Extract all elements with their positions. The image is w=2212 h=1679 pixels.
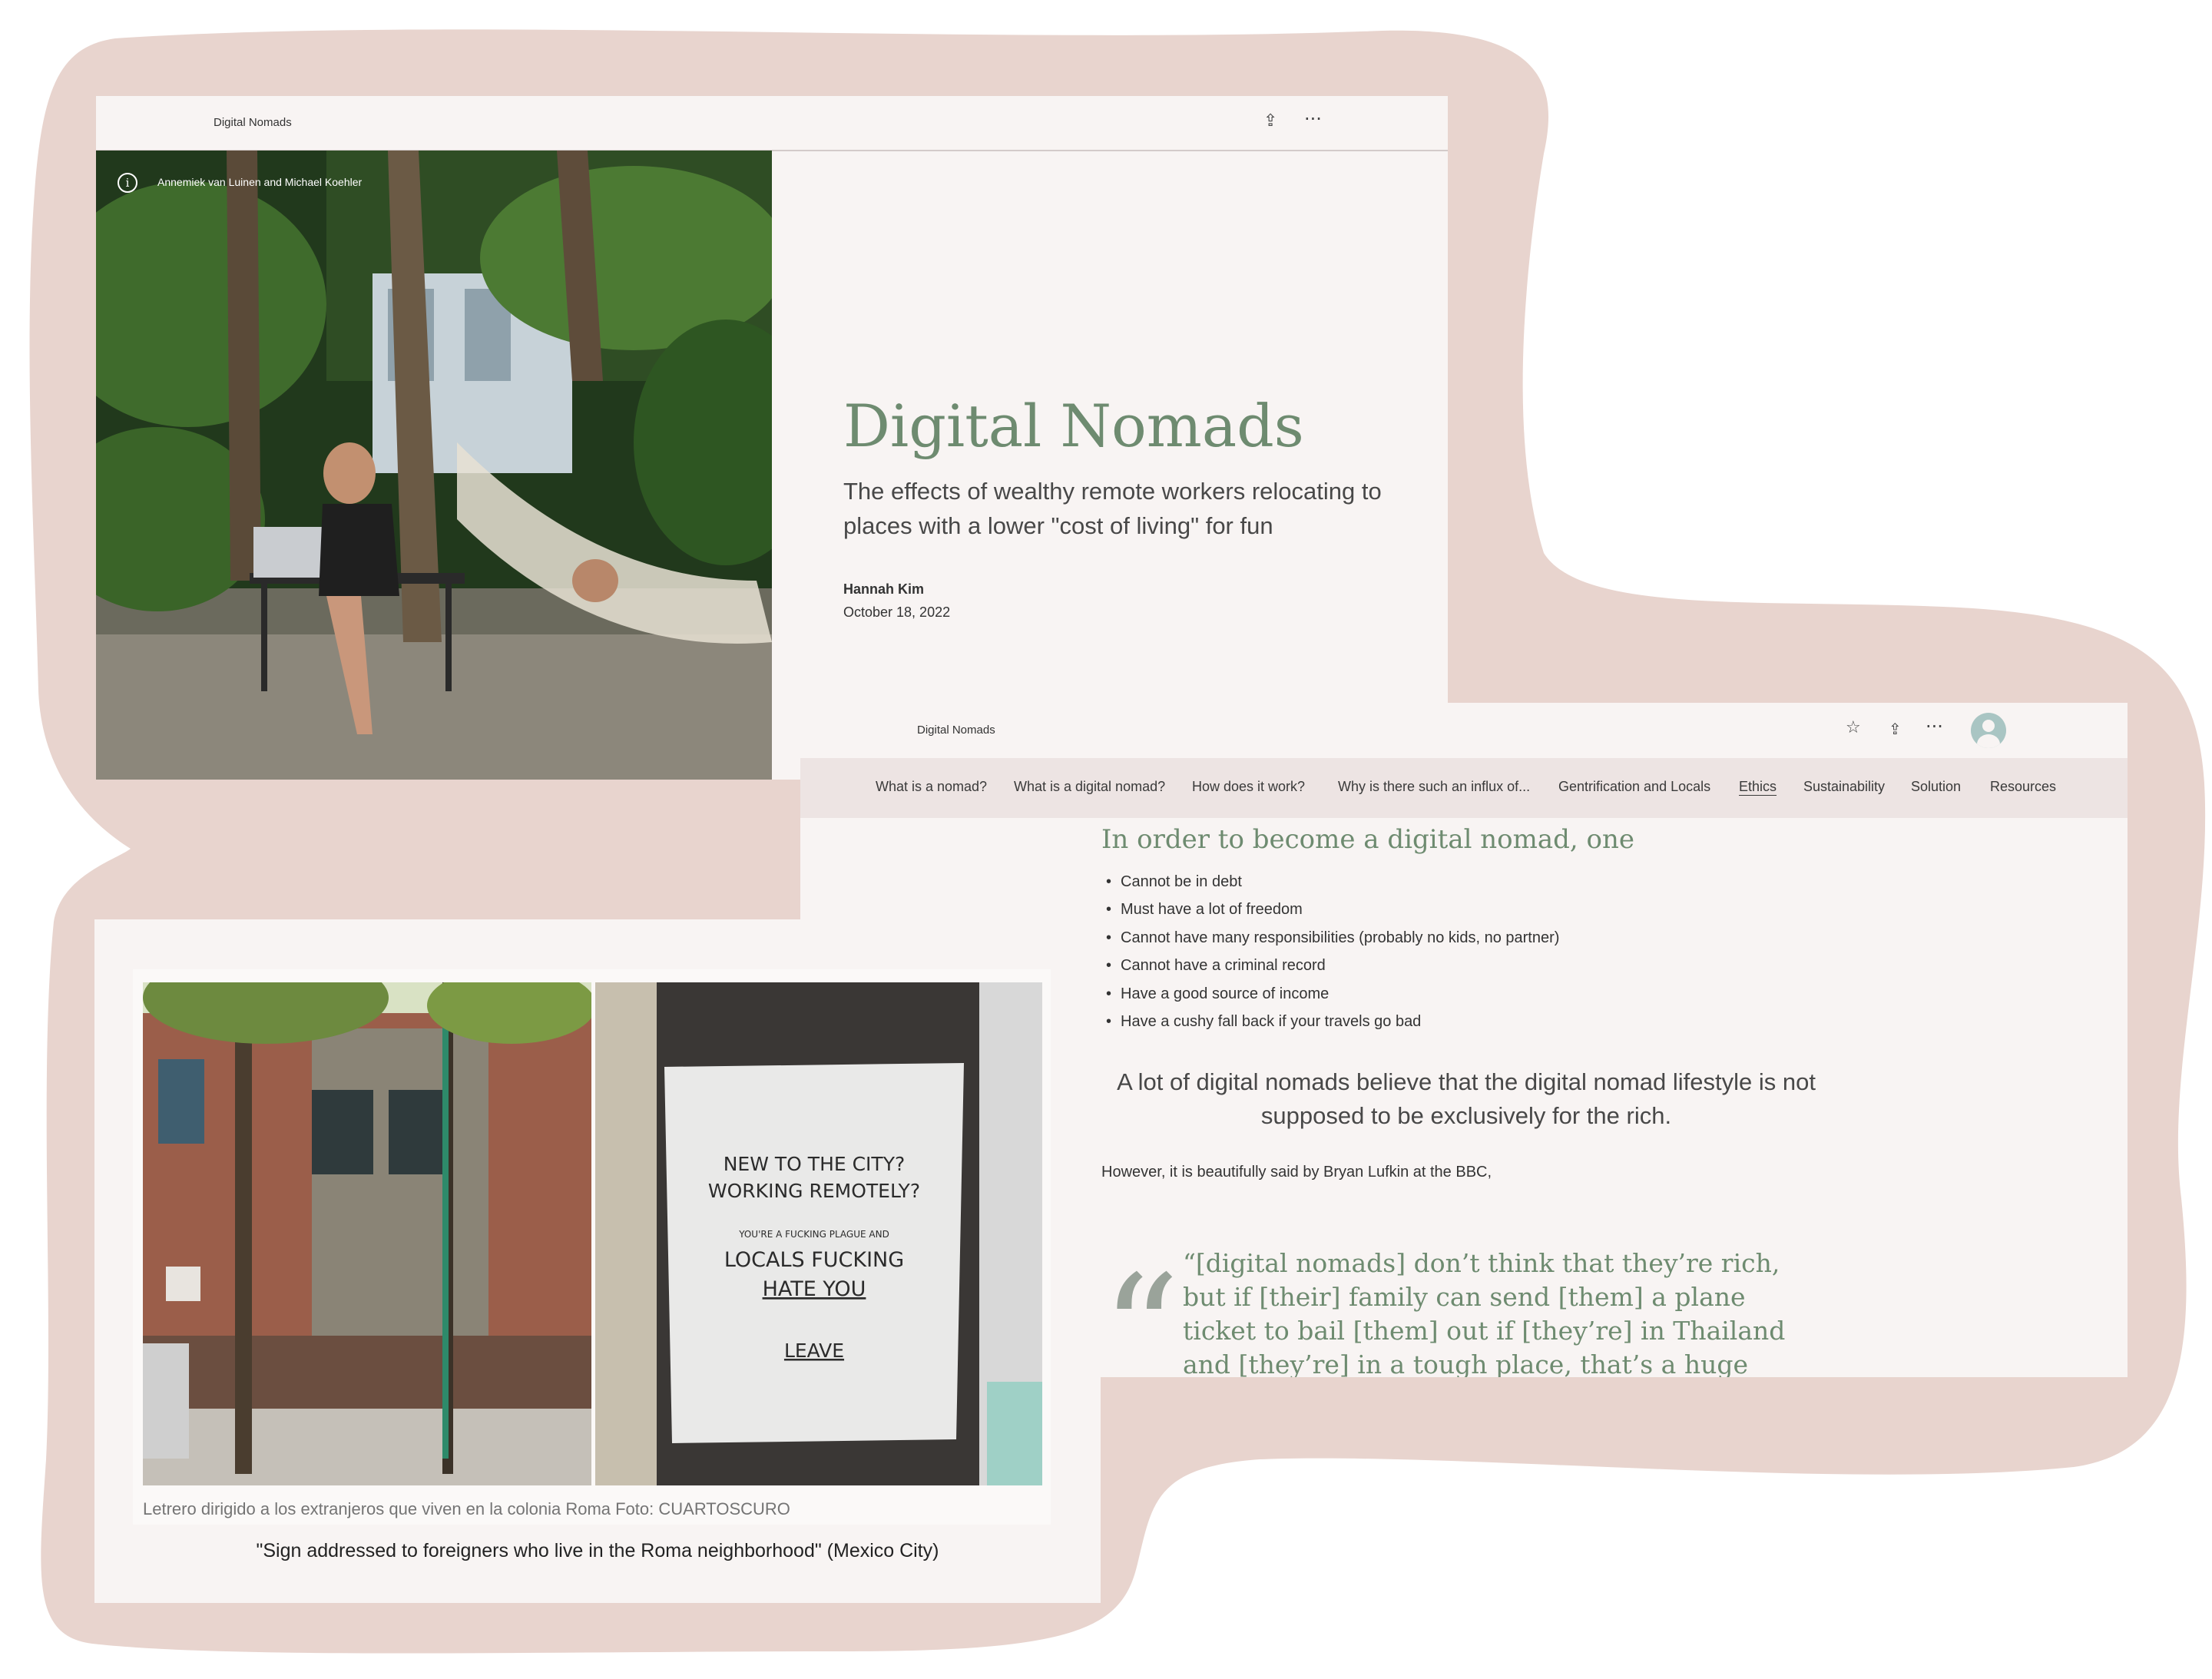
list-item: Have a good source of income (1101, 985, 1559, 1013)
nav-resources[interactable]: Resources (1990, 779, 2056, 795)
list-item: Cannot be in debt (1101, 873, 1559, 901)
quote-intro: However, it is beautifully said by Bryan… (1101, 1164, 1492, 1181)
photo-source-caption: Letrero dirigido a los extranjeros que v… (143, 1499, 790, 1518)
avatar[interactable] (1971, 713, 2006, 748)
hero-panel: Digital Nomads ⇪ ··· i Annemiek van Luin… (96, 96, 1448, 780)
hero-topbar: Digital Nomads ⇪ ··· (96, 96, 1448, 151)
info-icon[interactable]: i (118, 173, 137, 193)
sign-line: HATE YOU (763, 1277, 866, 1301)
photo-caption: "Sign addressed to foreigners who live i… (256, 1540, 939, 1561)
nav-how-does-it-work[interactable]: How does it work? (1192, 779, 1305, 795)
nav-gentrification[interactable]: Gentrification and Locals (1558, 779, 1710, 795)
street-photo (143, 982, 591, 1485)
sign-line: WORKING REMOTELY? (708, 1180, 920, 1202)
share-icon[interactable]: ⇪ (1889, 720, 1902, 738)
share-icon[interactable]: ⇪ (1263, 111, 1277, 131)
nav-sustainability[interactable]: Sustainability (1803, 779, 1885, 795)
section-nav: What is a nomad? What is a digital nomad… (800, 758, 2128, 818)
list-item: Cannot have a criminal record (1101, 957, 1559, 985)
hero-photo (96, 151, 772, 780)
sign-line: YOU'RE A FUCKING PLAGUE AND (738, 1229, 889, 1240)
photo-frame: NEW TO THE CITY? WORKING REMOTELY? YOU'R… (133, 969, 1051, 1525)
protest-sign-photo: NEW TO THE CITY? WORKING REMOTELY? YOU'R… (595, 982, 1042, 1485)
sign-line: LOCALS FUCKING (724, 1248, 904, 1272)
sign-line: NEW TO THE CITY? (724, 1153, 906, 1175)
breadcrumb[interactable]: Digital Nomads (214, 116, 292, 129)
requirements-list: Cannot be in debt Must have a lot of fre… (1101, 873, 1559, 1041)
pull-quote: “[digital nomads] don’t think that they’… (1183, 1248, 1786, 1377)
quote-mark-icon: “ (1101, 1243, 1181, 1378)
list-item: Have a cushy fall back if your travels g… (1101, 1013, 1559, 1041)
photo-panel: NEW TO THE CITY? WORKING REMOTELY? YOU'R… (94, 919, 1101, 1603)
publish-date: October 18, 2022 (843, 604, 951, 620)
author-name: Hannah Kim (843, 581, 925, 597)
callout-text: A lot of digital nomads believe that the… (1117, 1068, 1816, 1129)
more-options-icon[interactable]: ··· (1926, 716, 1943, 737)
nav-ethics[interactable]: Ethics (1739, 779, 1777, 795)
page-subtitle: The effects of wealthy remote workers re… (843, 478, 1382, 539)
sign-line: LEAVE (784, 1340, 844, 1362)
breadcrumb[interactable]: Digital Nomads (917, 724, 995, 737)
nav-what-is-a-digital-nomad[interactable]: What is a digital nomad? (1014, 779, 1165, 795)
nav-solution[interactable]: Solution (1911, 779, 1961, 795)
article-topbar: Digital Nomads ☆ ⇪ ··· (800, 703, 2128, 760)
list-item: Cannot have many responsibilities (proba… (1101, 929, 1559, 957)
nav-what-is-a-nomad[interactable]: What is a nomad? (876, 779, 987, 795)
more-options-icon[interactable]: ··· (1304, 108, 1322, 130)
photo-credit: Annemiek van Luinen and Michael Koehler (157, 176, 363, 188)
list-item: Must have a lot of freedom (1101, 901, 1559, 929)
nav-why-influx[interactable]: Why is there such an influx of... (1338, 779, 1530, 795)
page-title: Digital Nomads (843, 392, 1304, 460)
star-icon[interactable]: ☆ (1846, 718, 1861, 737)
section-heading: In order to become a digital nomad, one (1101, 824, 1635, 855)
